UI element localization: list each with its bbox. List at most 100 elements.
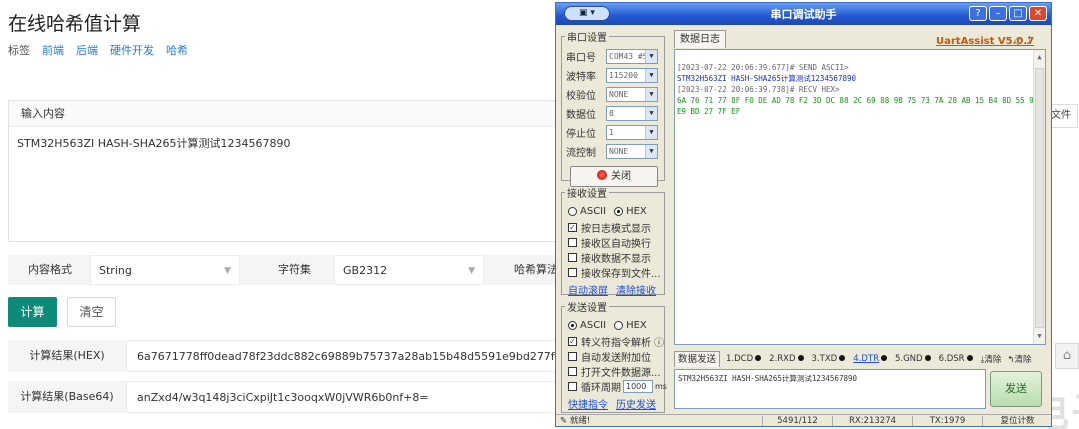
tab-data-send[interactable]: 数据发送 — [674, 351, 721, 367]
calc-button[interactable]: 计算 — [8, 297, 57, 327]
input-card: 输入内容 STM32H563ZI HASH-SHA265计算测试12345678… — [8, 100, 568, 242]
scroll-thumb[interactable] — [1035, 68, 1044, 328]
recv-opt-save[interactable]: 接收保存到文件... — [568, 265, 661, 280]
recv-opt-hide[interactable]: 接收数据不显示 — [568, 250, 651, 265]
stopbits-select[interactable]: 1 ▼ — [606, 125, 658, 140]
recv-ascii-label: ASCII — [580, 205, 607, 217]
bell-icon[interactable]: ♪ — [1026, 34, 1033, 47]
chevron-down-icon: ▼ — [645, 145, 657, 158]
scroll-top-icon[interactable]: ⌂ — [1055, 343, 1079, 369]
help-icon[interactable]: ? — [969, 6, 987, 21]
clear-all-button[interactable]: ↰清除 — [1007, 353, 1031, 365]
diamond-icon[interactable]: ◇ — [1014, 34, 1022, 47]
recv-hex-label: HEX — [626, 205, 647, 217]
send-opt-append[interactable]: 自动发送附加位 — [568, 349, 651, 364]
pin-label: 6.DSR — [938, 354, 965, 364]
parity-select[interactable]: NONE ▼ — [606, 87, 658, 102]
pin-label[interactable]: 4.DTR — [853, 354, 879, 364]
recv-hex-radio[interactable] — [614, 206, 624, 216]
shortcut-link[interactable]: 快捷指令 — [568, 396, 608, 411]
stopbits-value: 1 — [609, 128, 614, 137]
send-links: 快捷指令 历史发送 — [568, 396, 656, 411]
flow-value: NONE — [609, 147, 629, 156]
tab-data-log[interactable]: 数据日志 — [674, 30, 726, 48]
send-opt-loop[interactable]: 循环周期 1000 ms — [568, 379, 667, 394]
send-input[interactable]: STM32H563ZI HASH-SHA265计算测试1234567890 — [674, 369, 986, 409]
recv-mode-row: ASCII HEX — [568, 204, 647, 218]
flow-select[interactable]: NONE ▼ — [606, 144, 658, 159]
tag-link-hardware[interactable]: 硬件开发 — [110, 42, 154, 58]
checkbox-checked-icon[interactable]: ✓ — [568, 222, 577, 232]
baud-row: 波特率 115200 ▼ — [566, 67, 658, 84]
baud-select[interactable]: 115200 ▼ — [606, 68, 658, 83]
result-hex-value[interactable]: 6a7671778ff0dead78f23ddc882c69889b75737a… — [126, 340, 568, 372]
chevron-down-icon: ▼ — [645, 88, 657, 101]
databits-value: 8 — [609, 109, 614, 118]
log-scrollbar[interactable]: ▲ ▼ — [1033, 50, 1045, 344]
scroll-down-icon[interactable]: ▼ — [1034, 331, 1045, 342]
pin-txd: 3.TXD — [812, 354, 846, 364]
tag-link-backend[interactable]: 后端 — [76, 42, 98, 58]
loop-unit: ms — [655, 381, 667, 391]
port-select[interactable]: COM43 #S ▼ — [606, 49, 658, 64]
close-window-button[interactable]: ✕ — [1029, 6, 1047, 21]
info-icon[interactable]: ⓘ — [654, 334, 664, 349]
chevron-down-icon: ▼ — [645, 107, 657, 120]
close-port-button[interactable]: 关闭 — [570, 166, 658, 187]
log-area[interactable]: [2023-07-22 20:06:39.677]# SEND ASCII> S… — [674, 49, 1046, 345]
checkbox-icon[interactable] — [568, 366, 577, 376]
tags-label: 标签 — [8, 44, 30, 57]
breadcrumb: 标签 前端 后端 硬件开发 哈希 — [8, 42, 188, 58]
checkbox-icon[interactable] — [568, 351, 577, 361]
chevron-down-icon: ▼ — [645, 126, 657, 139]
charset-select[interactable]: GB2312 ▼ — [334, 255, 484, 285]
checkbox-icon[interactable] — [568, 381, 577, 391]
checkbox-icon[interactable] — [568, 267, 577, 277]
checkbox-checked-icon[interactable]: ✓ — [568, 336, 577, 346]
scroll-up-icon[interactable]: ▲ — [1034, 52, 1045, 63]
chevron-down-icon: ▼ — [224, 266, 231, 276]
checkbox-icon[interactable] — [568, 237, 577, 247]
recv-opt-hide-label: 接收数据不显示 — [581, 253, 651, 265]
clear-recv-link[interactable]: 清除接收 — [616, 282, 656, 297]
clear-send-button[interactable]: ⤓清除 — [981, 353, 1002, 365]
loop-period-input[interactable]: 1000 — [623, 379, 653, 393]
send-opt-file[interactable]: 打开文件数据源... — [568, 364, 661, 379]
pin-indicator-icon — [797, 355, 804, 361]
options-row: 内容格式 String ▼ 字符集 GB2312 ▼ 哈希算法 — [8, 255, 568, 285]
recv-ascii-radio[interactable] — [568, 206, 577, 216]
pin-gnd: 5.GND — [895, 354, 931, 364]
minimize-button[interactable]: – — [989, 6, 1007, 21]
send-hex-radio[interactable] — [614, 320, 624, 330]
history-link[interactable]: 历史发送 — [616, 396, 656, 411]
maximize-button[interactable]: □ — [1009, 6, 1027, 21]
clear-button[interactable]: 清空 — [67, 297, 116, 327]
recv-opt-log[interactable]: ✓ 按日志模式显示 — [568, 220, 651, 235]
algo-label: 哈希算法 — [514, 263, 558, 276]
databits-select[interactable]: 8 ▼ — [606, 106, 658, 121]
databits-label: 数据位 — [566, 110, 596, 121]
reset-counter-button[interactable]: 复位计数 — [982, 416, 1051, 426]
pin-dtr[interactable]: 4.DTR — [853, 354, 887, 364]
send-button[interactable]: 发送 — [990, 371, 1042, 407]
receive-settings-group: 接收设置 ASCII HEX ✓ 按日志模式显示 接收区自动换行 接收数据不显示 … — [561, 185, 665, 297]
stopbits-row: 停止位 1 ▼ — [566, 124, 658, 141]
format-select[interactable]: String ▼ — [90, 255, 240, 285]
port-value: COM43 #S — [609, 52, 648, 61]
title-bar[interactable]: ▣ ▾ 串口调试助手 ? – □ ✕ — [556, 3, 1051, 25]
checkbox-icon[interactable] — [568, 252, 577, 262]
status-ready: ✎ 就绪! — [556, 416, 594, 426]
tag-link-hash[interactable]: 哈希 — [166, 42, 188, 58]
auto-scroll-link[interactable]: 自动滚屏 — [568, 282, 608, 297]
pin-label: 1.DCD — [726, 354, 754, 364]
flow-label: 流控制 — [566, 148, 596, 159]
recv-opt-wrap[interactable]: 接收区自动换行 — [568, 235, 651, 250]
send-opt-escape[interactable]: ✓ 转义符指令解析 ⓘ — [568, 334, 664, 349]
tag-link-frontend[interactable]: 前端 — [42, 42, 64, 58]
input-textarea[interactable]: STM32H563ZI HASH-SHA265计算测试1234567890 — [9, 127, 567, 159]
send-ascii-radio[interactable] — [568, 320, 577, 330]
flow-row: 流控制 NONE ▼ — [566, 143, 658, 160]
result-hex-row: 计算结果(HEX) 6a7671778ff0dead78f23ddc882c69… — [8, 340, 568, 372]
result-base64-value[interactable]: anZxd4/w3q148j3ciCxpiJt1c3ooqxW0jVWR6b0n… — [126, 381, 568, 413]
send-opt-escape-label: 转义符指令解析 — [581, 337, 651, 349]
